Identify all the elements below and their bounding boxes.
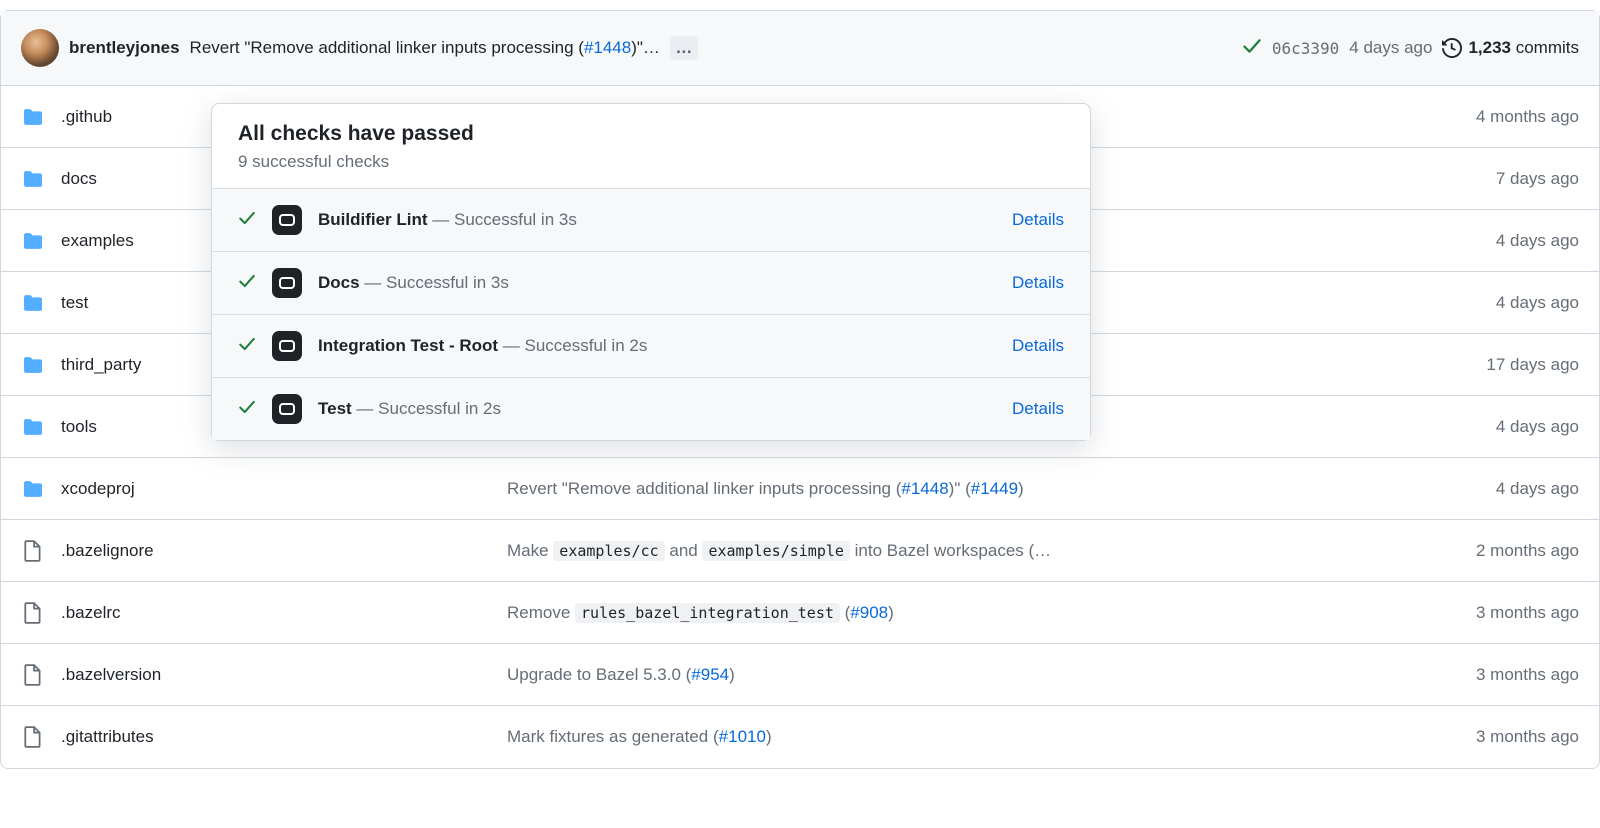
check-details-link[interactable]: Details xyxy=(1012,273,1064,293)
file-date: 4 days ago xyxy=(1399,293,1579,313)
file-date: 3 months ago xyxy=(1399,727,1579,747)
file-row: xcodeproj Revert "Remove additional linke… xyxy=(1,458,1599,520)
folder-icon xyxy=(21,232,45,250)
file-date: 4 days ago xyxy=(1399,479,1579,499)
check-row: Test — Successful in 2s Details xyxy=(212,377,1090,440)
inline-code: examples/simple xyxy=(702,541,849,561)
file-list-container: brentleyjones Revert "Remove additional … xyxy=(0,10,1600,769)
folder-icon xyxy=(21,356,45,374)
check-label: Buildifier Lint — Successful in 3s xyxy=(318,210,577,230)
file-icon xyxy=(21,602,45,624)
check-success-icon xyxy=(238,398,256,421)
inline-code: rules_bazel_integration_test xyxy=(575,603,840,623)
checks-subtitle: 9 successful checks xyxy=(238,152,1064,172)
folder-icon xyxy=(21,418,45,436)
file-row: .bazelignore Make examples/cc and example… xyxy=(1,520,1599,582)
file-row: .bazelrc Remove rules_bazel_integration_t… xyxy=(1,582,1599,644)
check-app-icon[interactable] xyxy=(272,331,302,361)
check-details-link[interactable]: Details xyxy=(1012,336,1064,356)
file-icon xyxy=(21,726,45,748)
checks-status-icon[interactable] xyxy=(1242,36,1262,61)
folder-icon xyxy=(21,108,45,126)
check-app-icon[interactable] xyxy=(272,268,302,298)
check-row: Integration Test - Root — Successful in … xyxy=(212,314,1090,377)
check-label: Test — Successful in 2s xyxy=(318,399,501,419)
commit-message-cell[interactable]: Revert "Remove additional linker inputs … xyxy=(507,479,1383,499)
history-icon xyxy=(1442,38,1462,58)
check-success-icon xyxy=(238,272,256,295)
file-date: 17 days ago xyxy=(1399,355,1579,375)
check-details-link[interactable]: Details xyxy=(1012,210,1064,230)
check-success-icon xyxy=(238,209,256,232)
file-row: .gitattributes Mark fixtures as generated… xyxy=(1,706,1599,768)
folder-icon xyxy=(21,294,45,312)
file-name-link[interactable]: .bazelrc xyxy=(61,603,491,623)
file-row: .bazelversion Upgrade to Bazel 5.3.0 (#95… xyxy=(1,644,1599,706)
check-details-link[interactable]: Details xyxy=(1012,399,1064,419)
commits-history-link[interactable]: 1,233 commits xyxy=(1442,38,1579,58)
file-name-link[interactable]: .bazelversion xyxy=(61,665,491,685)
file-date: 4 months ago xyxy=(1399,107,1579,127)
check-app-icon[interactable] xyxy=(272,394,302,424)
issue-link[interactable]: #908 xyxy=(850,603,888,622)
checks-popover-header: All checks have passed 9 successful chec… xyxy=(212,104,1090,188)
file-icon xyxy=(21,664,45,686)
check-row: Docs — Successful in 3s Details xyxy=(212,251,1090,314)
commit-time: 4 days ago xyxy=(1349,38,1432,58)
file-name-link[interactable]: .gitattributes xyxy=(61,727,491,747)
file-date: 2 months ago xyxy=(1399,541,1579,561)
folder-icon xyxy=(21,480,45,498)
check-success-icon xyxy=(238,335,256,358)
issue-link[interactable]: #954 xyxy=(691,665,729,684)
checks-title: All checks have passed xyxy=(238,122,1064,146)
checks-popover: All checks have passed 9 successful chec… xyxy=(211,103,1091,441)
commit-message-cell[interactable]: Upgrade to Bazel 5.3.0 (#954) xyxy=(507,665,1383,685)
latest-commit-bar: brentleyjones Revert "Remove additional … xyxy=(1,11,1599,86)
file-name-link[interactable]: xcodeproj xyxy=(61,479,491,499)
check-row: Buildifier Lint — Successful in 3s Detail… xyxy=(212,188,1090,251)
commit-message-cell[interactable]: Mark fixtures as generated (#1010) xyxy=(507,727,1383,747)
commit-message-cell[interactable]: Remove rules_bazel_integration_test (#90… xyxy=(507,603,1383,623)
issue-link[interactable]: #1448 xyxy=(901,479,948,498)
inline-code: examples/cc xyxy=(553,541,664,561)
file-date: 4 days ago xyxy=(1399,417,1579,437)
file-icon xyxy=(21,540,45,562)
issue-link[interactable]: #1449 xyxy=(971,479,1018,498)
check-label: Integration Test - Root — Successful in … xyxy=(318,336,647,356)
author-avatar[interactable] xyxy=(21,29,59,67)
author-link[interactable]: brentleyjones xyxy=(69,38,180,58)
issue-link[interactable]: #1010 xyxy=(719,727,766,746)
expand-commit-button[interactable]: … xyxy=(670,36,698,60)
commit-pr-link[interactable]: #1448 xyxy=(584,38,631,57)
check-label: Docs — Successful in 3s xyxy=(318,273,509,293)
check-app-icon[interactable] xyxy=(272,205,302,235)
commit-message[interactable]: Revert "Remove additional linker inputs … xyxy=(190,38,660,58)
commit-sha-link[interactable]: 06c3390 xyxy=(1272,39,1339,58)
file-date: 4 days ago xyxy=(1399,231,1579,251)
file-date: 3 months ago xyxy=(1399,603,1579,623)
file-date: 7 days ago xyxy=(1399,169,1579,189)
file-name-link[interactable]: .bazelignore xyxy=(61,541,491,561)
commit-message-cell[interactable]: Make examples/cc and examples/simple int… xyxy=(507,541,1383,561)
folder-icon xyxy=(21,170,45,188)
file-date: 3 months ago xyxy=(1399,665,1579,685)
